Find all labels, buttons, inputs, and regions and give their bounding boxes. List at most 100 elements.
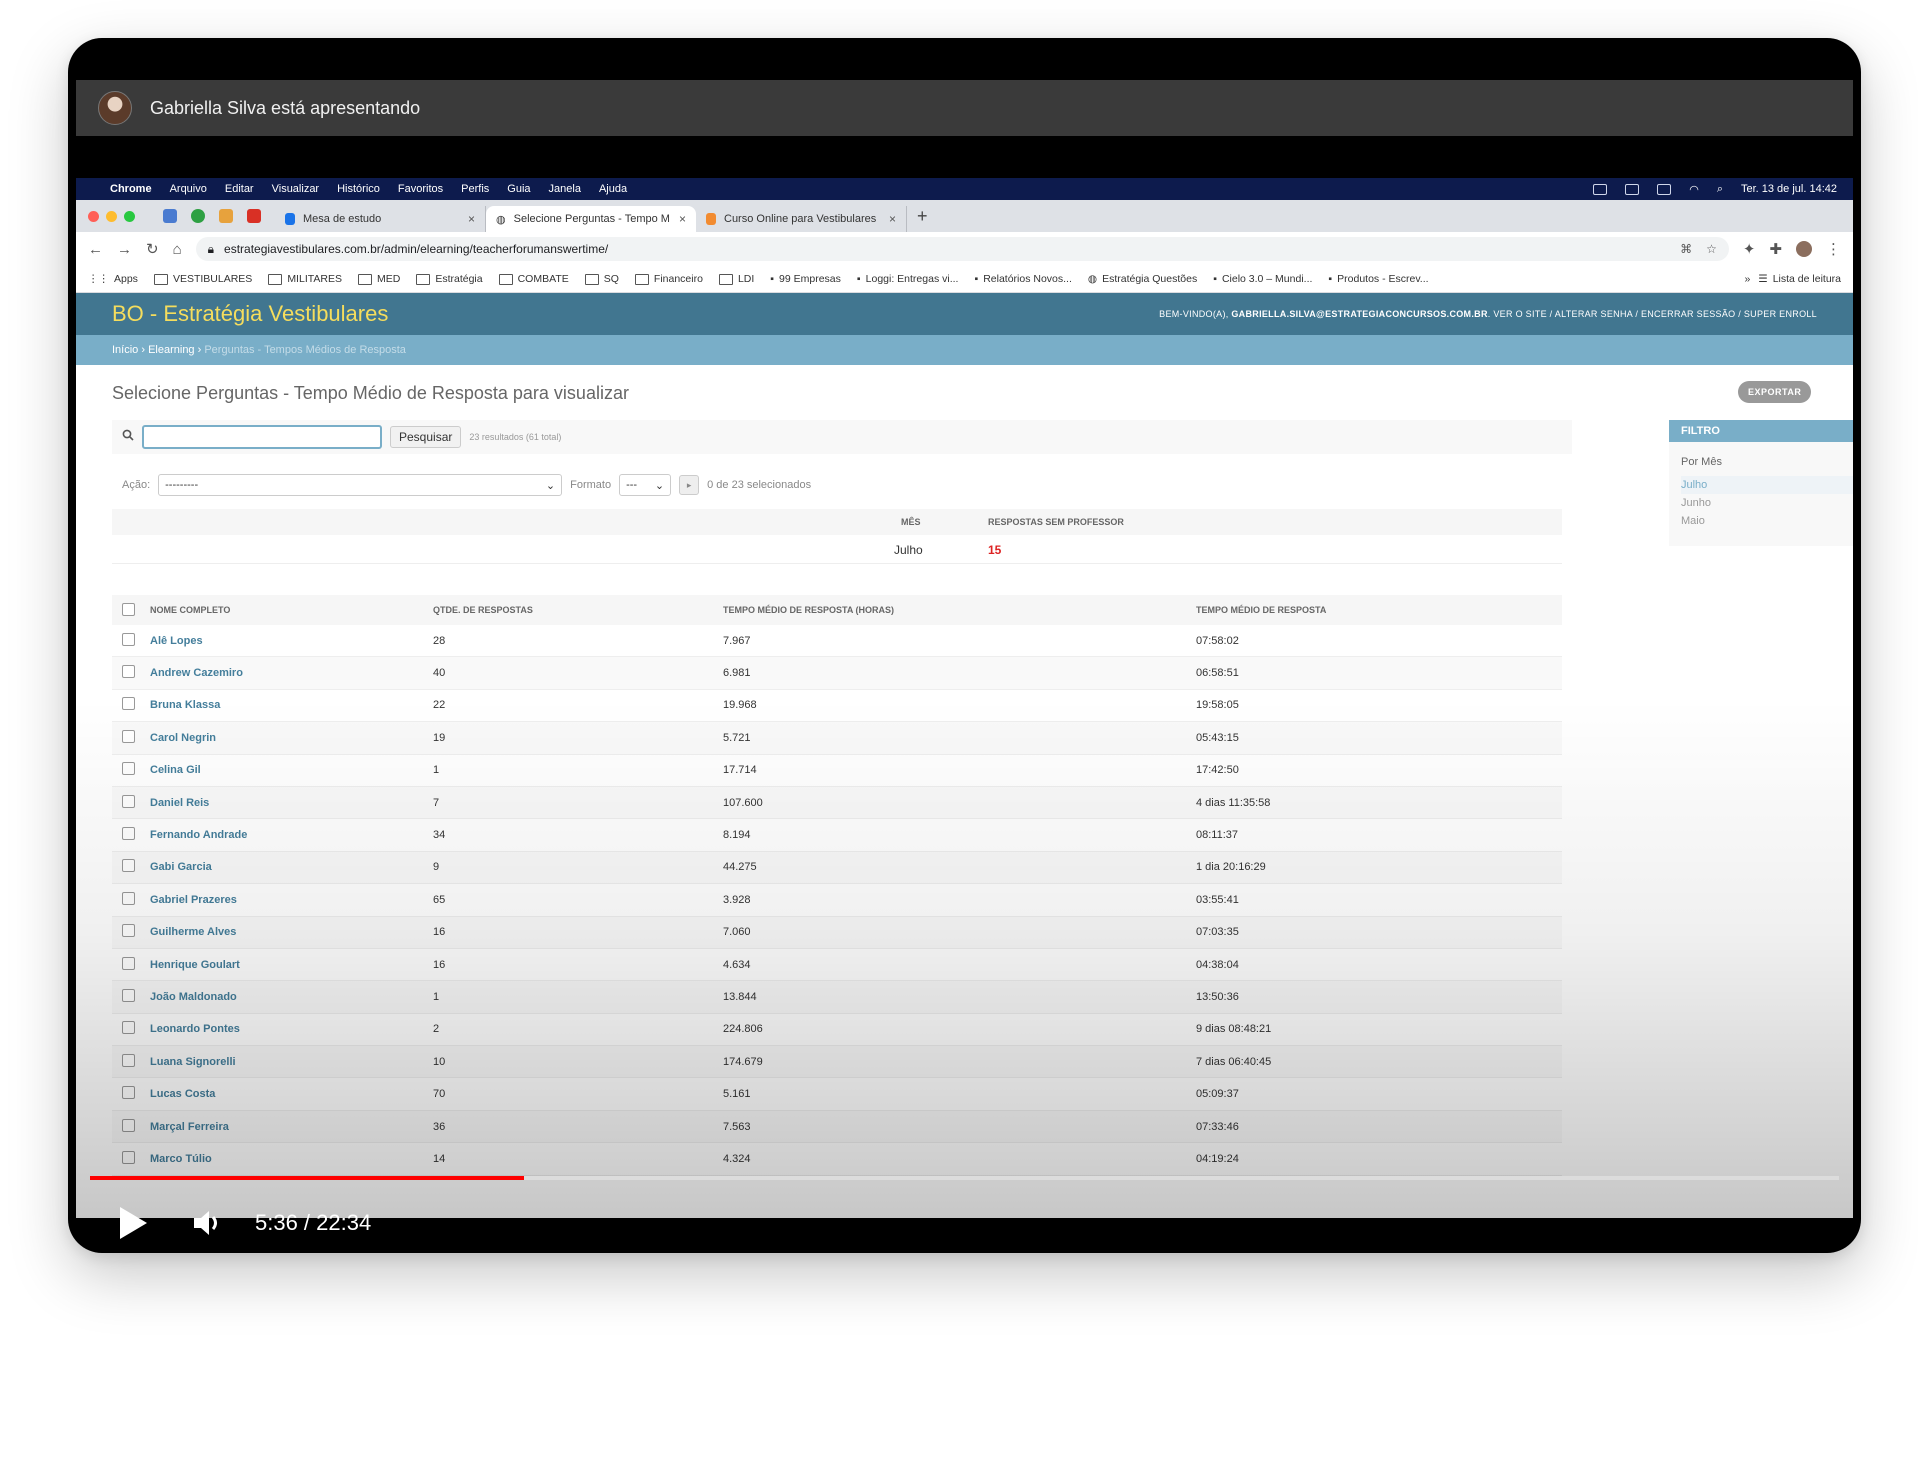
volume-button[interactable] [191, 1207, 223, 1239]
close-tab-icon[interactable]: × [679, 212, 686, 226]
bookmark-militares[interactable]: MILITARES [268, 273, 342, 285]
pinned-tab-gmail-icon[interactable] [247, 209, 261, 223]
teacher-name-link[interactable]: Gabi Garcia [150, 851, 433, 885]
row-checkbox[interactable] [122, 1021, 135, 1035]
share-icon[interactable]: ⌘ [1680, 242, 1692, 256]
row-checkbox[interactable] [122, 1053, 135, 1067]
pinned-tab-calendar-icon[interactable] [163, 209, 177, 223]
minimize-window-icon[interactable] [106, 210, 117, 222]
row-checkbox[interactable] [122, 924, 135, 938]
result-count[interactable]: 23 resultados (61 total) [469, 432, 561, 442]
close-tab-icon[interactable]: × [889, 212, 896, 226]
format-select[interactable]: --- ⌄ [619, 474, 672, 496]
teacher-name-link[interactable]: Carol Negrin [150, 721, 433, 755]
extensions-puzzle-icon[interactable]: ✚ [1769, 240, 1782, 258]
col-qtde-respostas[interactable]: QTDE. DE RESPOSTAS [433, 595, 723, 625]
row-checkbox[interactable] [122, 827, 135, 841]
pinned-tab-slack-icon[interactable] [219, 209, 233, 223]
breadcrumb-app[interactable]: Elearning [148, 344, 194, 356]
row-checkbox[interactable] [122, 729, 135, 743]
row-checkbox[interactable] [122, 956, 135, 970]
search-input[interactable] [142, 425, 382, 449]
bookmark-financeiro[interactable]: Financeiro [634, 273, 703, 285]
search-button[interactable]: Pesquisar [390, 426, 462, 448]
col-tempo-medio[interactable]: TEMPO MÉDIO DE RESPOSTA [1196, 595, 1562, 625]
row-checkbox[interactable] [122, 697, 135, 711]
teacher-name-link[interactable]: Luana Signorelli [150, 1045, 433, 1079]
select-all-checkbox[interactable] [122, 602, 135, 616]
new-tab-icon[interactable]: + [917, 206, 928, 227]
bookmark-99-empresas[interactable]: ▪ 99 Empresas [770, 273, 841, 285]
teacher-name-link[interactable]: Andrew Cazemiro [150, 656, 433, 690]
filter-option-maio[interactable]: Maio [1669, 512, 1853, 530]
row-checkbox[interactable] [122, 891, 135, 905]
teacher-name-link[interactable]: Marçal Ferreira [150, 1110, 433, 1144]
pinned-tab-whatsapp-icon[interactable] [191, 209, 205, 223]
bookmark-apps[interactable]: ⋮⋮ Apps [88, 273, 138, 285]
tab-mesa-de-estudo[interactable]: Mesa de estudo × [275, 206, 486, 232]
video-player[interactable]: Gabriella Silva está apresentando Chrome… [68, 38, 1861, 1253]
row-checkbox[interactable] [122, 665, 135, 679]
bookmark-star-icon[interactable]: ☆ [1706, 242, 1717, 256]
tab-curso-online[interactable]: Curso Online para Vestibulares × [696, 206, 907, 232]
progress-bar[interactable] [90, 1176, 1839, 1180]
row-checkbox[interactable] [122, 762, 135, 776]
extension-icon[interactable]: ✦ [1743, 240, 1756, 258]
home-icon[interactable]: ⌂ [173, 241, 182, 258]
bookmark-estrategia-questoes[interactable]: ◍ Estratégia Questões [1088, 273, 1197, 285]
user-links[interactable]: VER O SITE / ALTERAR SENHA / ENCERRAR SE… [1493, 309, 1817, 319]
bookmark-relatorios[interactable]: ▪ Relatórios Novos... [974, 273, 1071, 285]
teacher-name-link[interactable]: Celina Gil [150, 754, 433, 787]
back-icon[interactable]: ← [88, 241, 103, 258]
breadcrumb-home[interactable]: Início [112, 344, 138, 356]
menu-kebab-icon[interactable]: ⋮ [1826, 240, 1841, 258]
col-nome-completo[interactable]: NOME COMPLETO [150, 595, 433, 625]
action-select[interactable]: --------- ⌄ [158, 474, 563, 496]
more-bookmarks-icon[interactable]: » [1744, 273, 1750, 285]
teacher-name-link[interactable]: Gabriel Prazeres [150, 883, 433, 917]
teacher-name-link[interactable]: Alê Lopes [150, 625, 433, 658]
forward-icon[interactable]: → [117, 241, 132, 258]
teacher-name-link[interactable]: João Maldonado [150, 980, 433, 1014]
close-tab-icon[interactable]: × [468, 212, 475, 226]
teacher-name-link[interactable]: Bruna Klassa [150, 689, 433, 723]
bookmark-loggi[interactable]: ▪ Loggi: Entregas vi... [857, 273, 959, 285]
site-title[interactable]: BO - Estratégia Vestibulares [112, 301, 388, 327]
reload-icon[interactable]: ↻ [146, 240, 159, 258]
teacher-name-link[interactable]: Fernando Andrade [150, 818, 433, 852]
tab-selecione-perguntas[interactable]: ◍ Selecione Perguntas - Tempo M × [486, 206, 696, 232]
row-checkbox[interactable] [122, 1118, 135, 1132]
teacher-name-link[interactable]: Guilherme Alves [150, 916, 433, 949]
bookmark-combate[interactable]: COMBATE [498, 273, 569, 285]
bookmark-med[interactable]: MED [357, 273, 400, 285]
bookmark-produtos[interactable]: ▪ Produtos - Escrev... [1328, 273, 1428, 285]
row-checkbox[interactable] [122, 1150, 135, 1164]
col-tempo-medio-horas[interactable]: TEMPO MÉDIO DE RESPOSTA (HORAS) [723, 595, 1196, 625]
close-window-icon[interactable] [88, 210, 99, 222]
teacher-name-link[interactable]: Henrique Goulart [150, 948, 433, 982]
go-button[interactable]: ▸ [679, 475, 700, 495]
bookmark-ldi[interactable]: LDI [718, 273, 754, 285]
filter-option-julho[interactable]: Julho [1681, 476, 1853, 494]
folder-icon [357, 273, 372, 285]
teacher-name-link[interactable]: Daniel Reis [150, 786, 433, 820]
row-checkbox[interactable] [122, 794, 135, 808]
zoom-window-icon[interactable] [124, 210, 135, 222]
bookmark-estrategia[interactable]: Estratégia [416, 273, 483, 285]
row-checkbox[interactable] [122, 859, 135, 873]
reading-list-button[interactable]: ☰ Lista de leitura [1758, 273, 1841, 285]
filter-option-junho[interactable]: Junho [1669, 494, 1853, 512]
teacher-name-link[interactable]: Lucas Costa [150, 1077, 433, 1111]
teacher-name-link[interactable]: Leonardo Pontes [150, 1013, 433, 1047]
play-button[interactable] [120, 1207, 147, 1239]
bookmark-cielo[interactable]: ▪ Cielo 3.0 – Mundi... [1213, 273, 1312, 285]
export-button[interactable]: EXPORTAR [1738, 381, 1812, 403]
row-checkbox[interactable] [122, 632, 135, 646]
bookmark-vestibulares[interactable]: VESTIBULARES [153, 273, 252, 285]
teacher-name-link[interactable]: Marco Túlio [150, 1142, 433, 1176]
address-bar[interactable]: 🔒︎ estrategiavestibulares.com.br/admin/e… [195, 237, 1729, 261]
row-checkbox[interactable] [122, 1086, 135, 1100]
row-checkbox[interactable] [122, 988, 135, 1002]
bookmark-sq[interactable]: SQ [584, 273, 619, 285]
profile-avatar[interactable] [1796, 241, 1812, 257]
